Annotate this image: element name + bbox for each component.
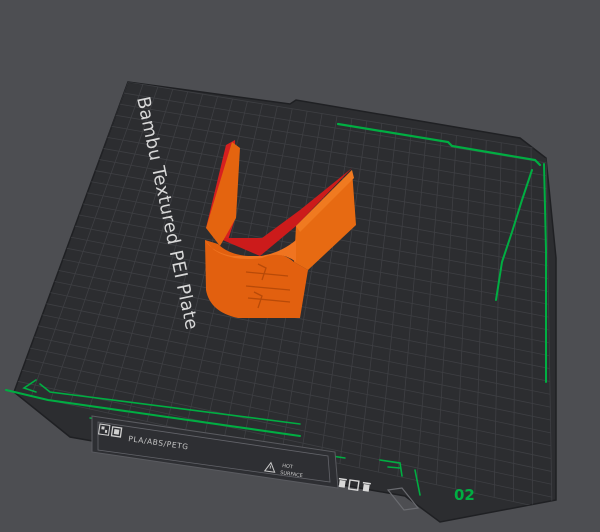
3d-viewport[interactable]: Bambu Textured PEI Plate PLA/ABS/PETG HO… — [0, 0, 600, 532]
plate-number[interactable]: 02 — [454, 486, 475, 504]
